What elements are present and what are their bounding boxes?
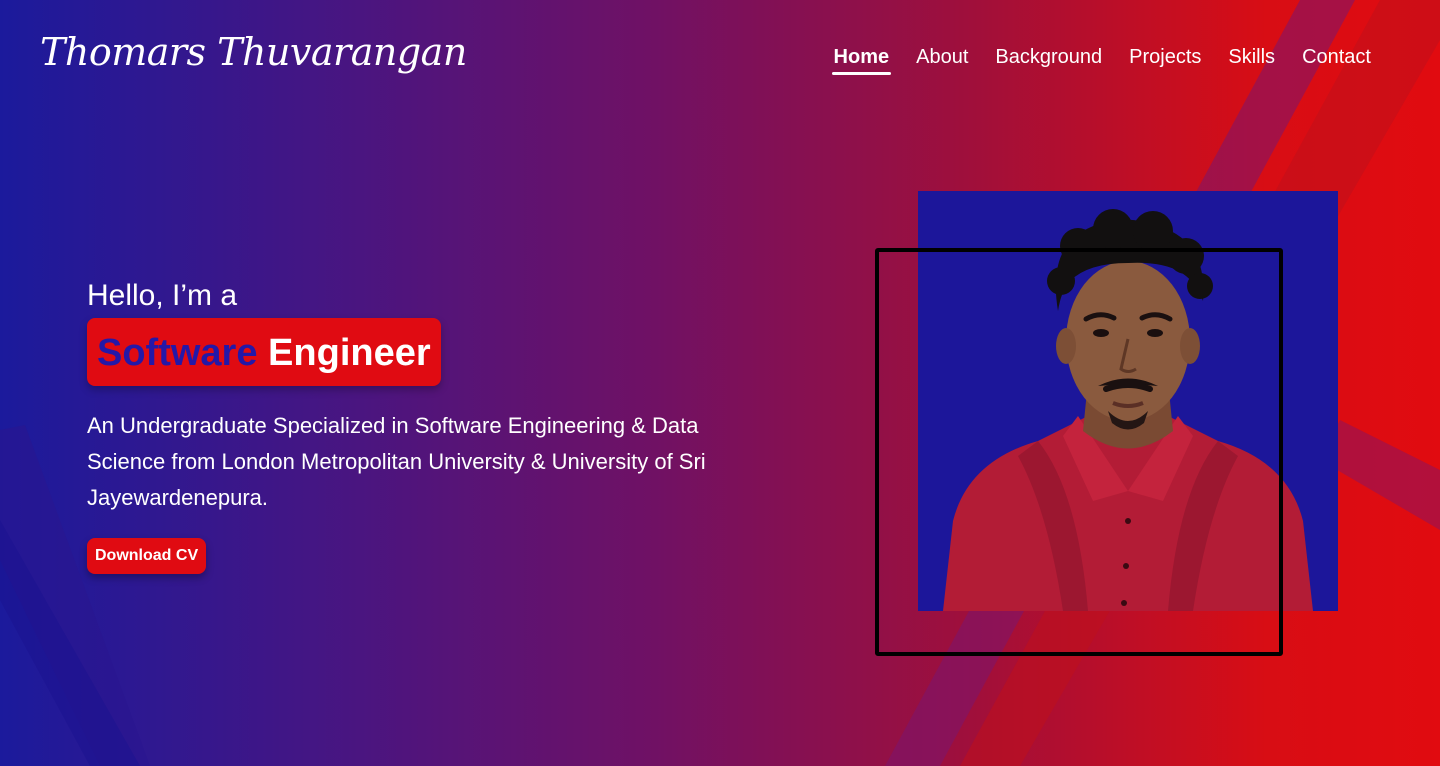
nav-item-about[interactable]: About [916, 46, 968, 73]
hero-greeting: Hello, I’m a [87, 279, 238, 312]
photo-frame-outline [875, 248, 1283, 656]
role-badge: Software Engineer [87, 318, 441, 386]
nav-item-projects[interactable]: Projects [1129, 46, 1201, 73]
nav-item-skills[interactable]: Skills [1228, 46, 1275, 73]
main-nav: Home About Background Projects Skills Co… [807, 46, 1371, 75]
site-header: Thomars Thuvarangan Home About Backgroun… [0, 0, 1440, 120]
nav-item-contact[interactable]: Contact [1302, 46, 1371, 73]
hero-description: An Undergraduate Specialized in Software… [87, 413, 706, 510]
download-cv-button[interactable]: Download CV [87, 538, 207, 574]
hero-section: Hello, I’m a Software Engineer An Underg… [87, 278, 727, 574]
site-logo[interactable]: Thomars Thuvarangan [40, 30, 467, 74]
nav-item-home[interactable]: Home [831, 46, 891, 75]
nav-item-background[interactable]: Background [995, 46, 1102, 73]
role-word-engineer: Engineer [268, 332, 431, 374]
role-word-software: Software [97, 332, 258, 374]
